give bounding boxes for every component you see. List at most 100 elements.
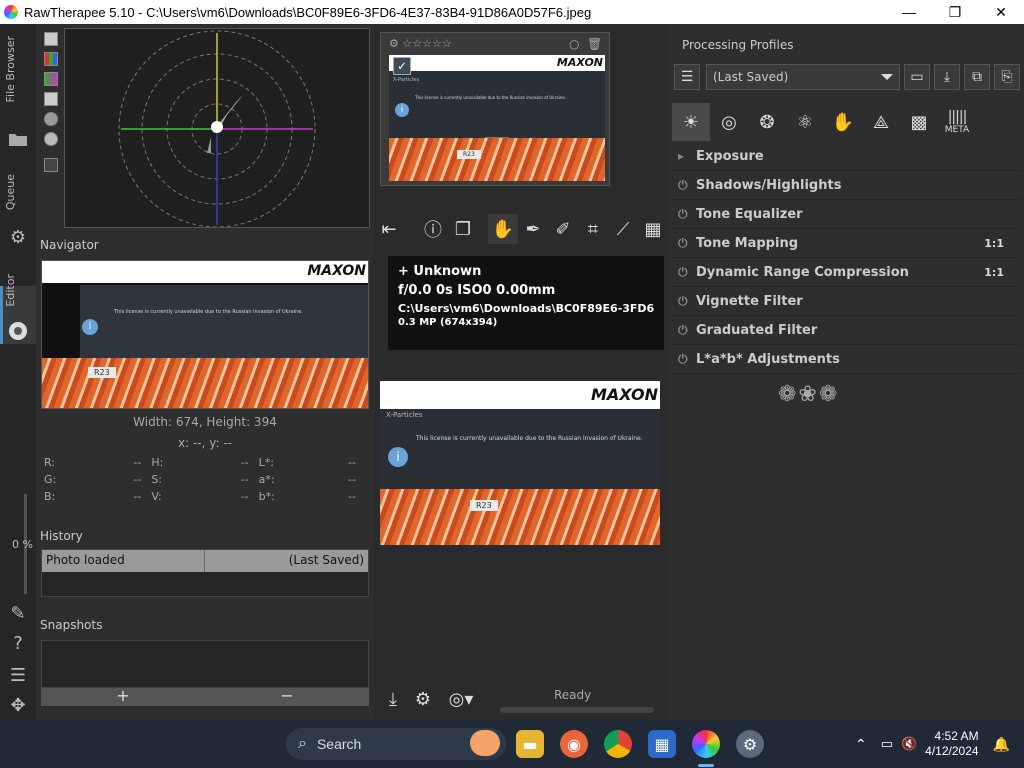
folder-icon[interactable] xyxy=(7,128,29,150)
tool-vignette-filter[interactable]: ⏻ Vignette Filter xyxy=(672,287,1020,316)
readout-row: B: -- V: -- b*: -- xyxy=(44,490,366,507)
perspective-grid-icon[interactable]: ▦ xyxy=(638,214,668,244)
exposure-tab-icon[interactable]: ☀ xyxy=(672,103,710,141)
power-toggle-icon[interactable]: ⏻ xyxy=(678,236,696,251)
help-icon[interactable]: ? xyxy=(7,632,29,654)
notification-bell-icon[interactable]: 🔔 xyxy=(993,736,1010,753)
microsoft-store-icon[interactable]: ▦ xyxy=(648,730,676,758)
raw-tab-icon[interactable]: ▩ xyxy=(900,103,938,141)
waveform-icon[interactable] xyxy=(44,72,58,86)
image-info-overlay: + Unknown f/0.0 0s ISO0 0.00mm C:\Users\… xyxy=(388,256,664,350)
scope-options-icon[interactable] xyxy=(44,158,58,172)
batch-queue-gear-icon[interactable]: ⚙ xyxy=(7,226,29,248)
local-adjustments-tab-icon[interactable]: ✋ xyxy=(824,103,862,141)
queue-add-gear-icon[interactable]: ⚙ xyxy=(408,684,438,714)
before-after-icon[interactable]: ❐ xyxy=(448,214,478,244)
tab-file-browser[interactable]: File Browser xyxy=(4,36,17,102)
close-button[interactable]: ✕ xyxy=(978,0,1024,24)
vectorscope-hs-icon[interactable] xyxy=(44,92,58,106)
tool-graduated-filter[interactable]: ⏻ Graduated Filter xyxy=(672,316,1020,345)
tool-dynamic-range-compression[interactable]: ⏻ Dynamic Range Compression 1:1 xyxy=(672,258,1020,287)
pixel-readout-grid: R: -- H: -- L*: -- G: -- S: -- a*: -- B: -- V: -… xyxy=(44,456,366,507)
power-toggle-icon[interactable]: ⏻ xyxy=(678,294,696,309)
power-toggle-icon[interactable]: ⏻ xyxy=(678,178,696,193)
tool-tone-mapping[interactable]: ⏻ Tone Mapping 1:1 xyxy=(672,229,1020,258)
tool-lab-adjustments[interactable]: ⏻ L*a*b* Adjustments xyxy=(672,345,1020,374)
status-text: Ready xyxy=(554,688,592,702)
power-toggle-icon[interactable]: ⏻ xyxy=(678,207,696,222)
transform-tab-icon[interactable]: ⟁ xyxy=(862,103,900,141)
tab-queue[interactable]: Queue xyxy=(4,174,17,210)
history-item-profile: (Last Saved) xyxy=(288,553,364,567)
processing-profile-dropdown[interactable]: (Last Saved) xyxy=(706,64,900,90)
taskbar-search-box[interactable]: ⌕ Search xyxy=(286,728,506,760)
detail-tab-icon[interactable]: ◎ xyxy=(710,103,748,141)
open-profile-folder-icon[interactable]: ▭ xyxy=(904,64,930,90)
add-snapshot-button[interactable]: + xyxy=(41,688,205,706)
power-toggle-icon[interactable]: ⏻ xyxy=(678,265,696,280)
color-tab-icon[interactable]: ❂ xyxy=(748,103,786,141)
volume-muted-icon[interactable]: 🔇 xyxy=(901,736,917,752)
screenshot-message: This license is currently unavailable du… xyxy=(114,309,303,315)
tool-tone-equalizer[interactable]: ⏻ Tone Equalizer xyxy=(672,200,1020,229)
checkbox-icon[interactable]: ✓ xyxy=(393,57,411,75)
firefox-icon[interactable]: ◉ xyxy=(560,730,588,758)
metadata-tab-icon[interactable]: ||||| META xyxy=(938,103,976,141)
straighten-icon[interactable]: ⟋ xyxy=(608,214,638,244)
copy-profile-icon[interactable]: ⧉ xyxy=(964,64,990,90)
save-profile-icon[interactable]: ⤓ xyxy=(934,64,960,90)
image-preview[interactable]: MAXON X-Particles i This license is curr… xyxy=(380,381,660,545)
filmstrip-thumbnail[interactable]: ⚙ ☆☆☆☆☆ ○ 🗑 MAXON ✓ X-Particles i This l… xyxy=(380,32,610,186)
aperture-icon[interactable] xyxy=(7,320,29,342)
remove-snapshot-button[interactable]: − xyxy=(205,688,369,706)
vectorscope-display xyxy=(64,28,370,228)
rawtherapee-taskbar-icon[interactable] xyxy=(692,730,720,758)
crosshair-scope-icon[interactable] xyxy=(44,132,58,146)
editor-status-bar: ⤓ ⚙ ◎▾ Ready xyxy=(374,682,668,716)
reject-circle-icon[interactable]: ○ xyxy=(569,37,579,51)
advanced-tab-icon[interactable]: ⚛ xyxy=(786,103,824,141)
color-picker-icon[interactable]: ✒ xyxy=(518,214,548,244)
screenshot-brand-logo: MAXON xyxy=(556,56,603,69)
navigator-coordinates: x: --, y: -- xyxy=(178,436,232,450)
clock[interactable]: 4:52 AM 4/12/2024 xyxy=(925,729,978,759)
tool-shadows-highlights[interactable]: ⏻ Shadows/Highlights xyxy=(672,171,1020,200)
maximize-button[interactable]: ❐ xyxy=(932,0,978,24)
tool-tab-bar: ☀ ◎ ❂ ⚛ ✋ ⟁ ▩ ||||| META xyxy=(672,102,1020,142)
readout-value: -- xyxy=(133,473,142,486)
network-icon[interactable]: ▭ xyxy=(881,736,893,752)
crop-icon[interactable]: ⌗ xyxy=(578,214,608,244)
history-row[interactable]: Photo loaded (Last Saved) xyxy=(42,550,368,572)
info-icon[interactable]: ⓘ xyxy=(418,214,448,244)
chrome-icon[interactable] xyxy=(604,730,632,758)
vectorscope-hc-icon[interactable] xyxy=(44,112,58,126)
thumbnail-toolbar-icon[interactable]: ⚙ ☆☆☆☆☆ xyxy=(389,37,452,50)
minimize-button[interactable]: — xyxy=(886,0,932,24)
external-editor-icon[interactable]: ✎ xyxy=(7,602,29,624)
navigator-thumbnail[interactable]: MAXON X-Particles i This license is curr… xyxy=(41,260,369,409)
tab-editor[interactable]: Editor xyxy=(4,274,17,307)
chevron-up-icon[interactable]: ⌃ xyxy=(855,736,867,753)
screenshot-dialog-header: MAXON xyxy=(380,381,660,409)
tool-exposure[interactable]: ▸ Exposure xyxy=(672,142,1020,171)
power-toggle-icon[interactable]: ⏻ xyxy=(678,352,696,367)
external-editor-dropdown-icon[interactable]: ◎▾ xyxy=(438,684,484,714)
trash-icon[interactable]: 🗑 xyxy=(587,37,602,51)
file-explorer-icon[interactable]: ▬ xyxy=(516,730,544,758)
thumbnail-image: MAXON ✓ X-Particles i This license is cu… xyxy=(389,55,605,181)
settings-gear-icon[interactable]: ⚙ xyxy=(736,730,764,758)
readout-key: a*: xyxy=(258,473,275,486)
paste-profile-icon[interactable]: ⎘ xyxy=(994,64,1020,90)
profile-list-icon[interactable]: ☰ xyxy=(674,64,700,90)
preferences-icon[interactable]: ☰ xyxy=(7,664,29,686)
histogram-icon[interactable] xyxy=(44,32,58,46)
save-image-icon[interactable]: ⤓ xyxy=(378,684,408,714)
white-balance-picker-icon[interactable]: ✐ xyxy=(548,214,578,244)
fullscreen-move-icon[interactable]: ✥ xyxy=(7,694,29,716)
snapshots-title: Snapshots xyxy=(40,618,103,632)
power-toggle-icon[interactable]: ⏻ xyxy=(678,323,696,338)
expander-triangle-icon[interactable]: ▸ xyxy=(678,149,696,163)
hide-left-panel-icon[interactable]: ⇤ xyxy=(374,214,404,244)
hand-tool-icon[interactable]: ✋ xyxy=(488,214,518,244)
rgb-parade-icon[interactable] xyxy=(44,52,58,66)
